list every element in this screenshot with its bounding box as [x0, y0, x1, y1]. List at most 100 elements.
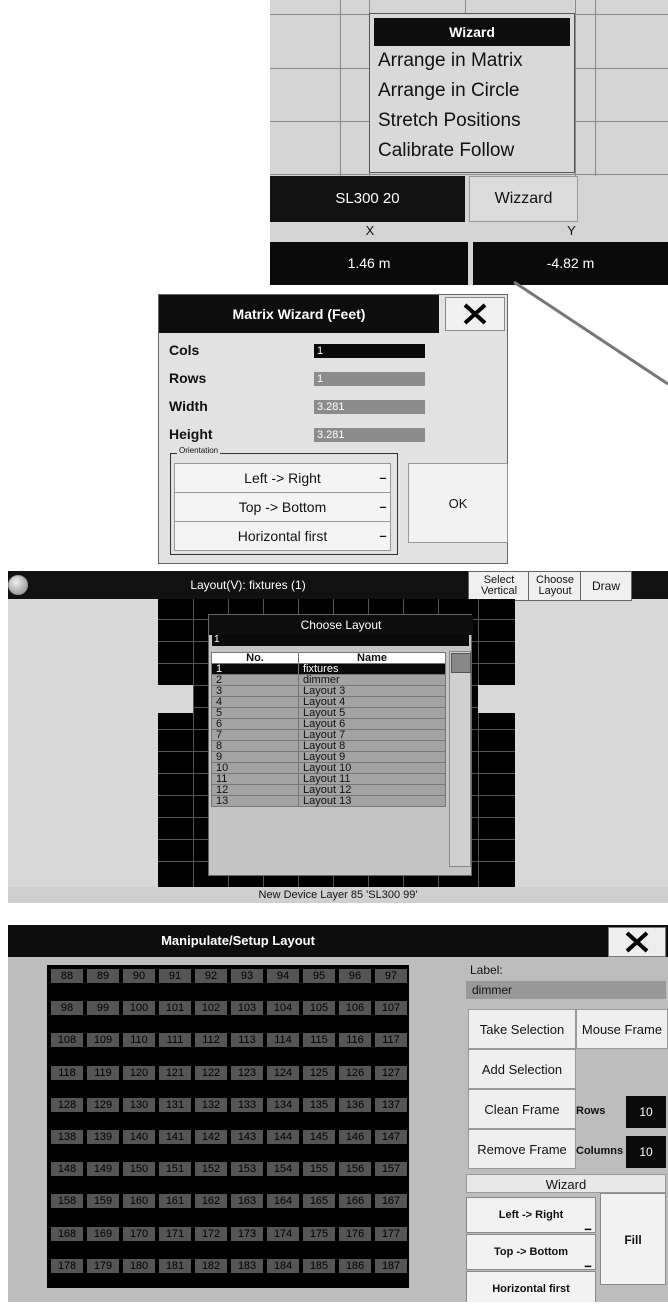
- grid-cell[interactable]: 138: [51, 1130, 83, 1144]
- grid-cell[interactable]: 168: [51, 1226, 83, 1241]
- channel-grid[interactable]: 88 89 90 91 92 93 94 95 96 97 98 99 100 101 102 103 104 1…: [47, 965, 409, 1288]
- grid-cell[interactable]: 145: [303, 1130, 335, 1144]
- x-value-field[interactable]: 1.46 m: [270, 242, 468, 285]
- grid-cell[interactable]: 96: [339, 969, 371, 983]
- grid-cell[interactable]: 140: [123, 1130, 155, 1144]
- grid-cell[interactable]: 157: [375, 1162, 407, 1177]
- layout-list-row[interactable]: 12 Layout 12: [211, 784, 446, 796]
- grid-cell[interactable]: 127: [375, 1065, 407, 1080]
- grid-cell[interactable]: 147: [375, 1130, 407, 1144]
- scrollbar-thumb[interactable]: [451, 653, 471, 673]
- grid-cell[interactable]: 186: [339, 1258, 371, 1273]
- grid-cell[interactable]: 88: [51, 969, 83, 983]
- ok-button[interactable]: OK: [408, 463, 508, 543]
- grid-cell[interactable]: 180: [123, 1258, 155, 1273]
- grid-cell[interactable]: 119: [87, 1065, 119, 1080]
- grid-cell[interactable]: 113: [231, 1033, 263, 1048]
- horizontal-first-button[interactable]: Horizontal first ▁: [466, 1271, 596, 1302]
- menu-item-arrange-matrix[interactable]: Arrange in Matrix: [370, 46, 574, 76]
- grid-cell[interactable]: 134: [267, 1097, 299, 1112]
- clean-frame-button[interactable]: Clean Frame: [468, 1089, 576, 1129]
- device-name-field[interactable]: SL300 20: [270, 176, 465, 222]
- close-button[interactable]: [445, 297, 505, 331]
- menu-item-stretch-positions[interactable]: Stretch Positions: [370, 106, 574, 136]
- grid-cell[interactable]: 111: [159, 1033, 191, 1048]
- left-right-button[interactable]: Left -> Right ▁: [174, 463, 391, 493]
- grid-cell[interactable]: 133: [231, 1097, 263, 1112]
- grid-cell[interactable]: 126: [339, 1065, 371, 1080]
- grid-cell[interactable]: 175: [303, 1226, 335, 1241]
- grid-cell[interactable]: 143: [231, 1130, 263, 1144]
- grid-cell[interactable]: 187: [375, 1258, 407, 1273]
- grid-cell[interactable]: 100: [123, 1001, 155, 1016]
- grid-cell[interactable]: 89: [87, 969, 119, 983]
- grid-cell[interactable]: 148: [51, 1162, 83, 1177]
- left-right-button[interactable]: Left -> Right ▁: [466, 1197, 596, 1233]
- grid-cell[interactable]: 102: [195, 1001, 227, 1016]
- layout-list-row[interactable]: 13 Layout 13: [211, 795, 446, 807]
- grid-cell[interactable]: 162: [195, 1194, 227, 1209]
- draw-button[interactable]: Draw: [580, 571, 632, 601]
- grid-cell[interactable]: 158: [51, 1194, 83, 1209]
- grid-cell[interactable]: 103: [231, 1001, 263, 1016]
- grid-cell[interactable]: 141: [159, 1130, 191, 1144]
- grid-cell[interactable]: 121: [159, 1065, 191, 1080]
- grid-cell[interactable]: 92: [195, 969, 227, 983]
- list-scrollbar[interactable]: [449, 651, 471, 867]
- grid-cell[interactable]: 114: [267, 1033, 299, 1048]
- rows-input[interactable]: 10: [626, 1096, 666, 1128]
- label-input[interactable]: dimmer: [466, 981, 666, 999]
- grid-cell[interactable]: 167: [375, 1194, 407, 1209]
- grid-cell[interactable]: 117: [375, 1033, 407, 1048]
- height-input[interactable]: 3.281: [314, 428, 425, 442]
- grid-cell[interactable]: 146: [339, 1130, 371, 1144]
- grid-cell[interactable]: 110: [123, 1033, 155, 1048]
- grid-cell[interactable]: 165: [303, 1194, 335, 1209]
- add-selection-button[interactable]: Add Selection: [468, 1049, 576, 1089]
- grid-cell[interactable]: 156: [339, 1162, 371, 1177]
- window-menu-icon[interactable]: [8, 575, 28, 595]
- grid-cell[interactable]: 109: [87, 1033, 119, 1048]
- top-bottom-button[interactable]: Top -> Bottom ▁: [466, 1234, 596, 1270]
- grid-cell[interactable]: 153: [231, 1162, 263, 1177]
- grid-cell[interactable]: 97: [375, 969, 407, 983]
- layout-cell-highlight[interactable]: [158, 685, 193, 713]
- grid-cell[interactable]: 163: [231, 1194, 263, 1209]
- grid-cell[interactable]: 139: [87, 1130, 119, 1144]
- grid-cell[interactable]: 101: [159, 1001, 191, 1016]
- grid-cell[interactable]: 155: [303, 1162, 335, 1177]
- grid-cell[interactable]: 160: [123, 1194, 155, 1209]
- select-vertical-button[interactable]: Select Vertical: [468, 571, 530, 601]
- grid-cell[interactable]: 171: [159, 1226, 191, 1241]
- grid-cell[interactable]: 173: [231, 1226, 263, 1241]
- grid-cell[interactable]: 125: [303, 1065, 335, 1080]
- grid-cell[interactable]: 90: [123, 969, 155, 983]
- grid-cell[interactable]: 185: [303, 1258, 335, 1273]
- grid-cell[interactable]: 144: [267, 1130, 299, 1144]
- grid-cell[interactable]: 93: [231, 969, 263, 983]
- wizard-button[interactable]: Wizzard: [469, 176, 578, 222]
- layout-list-row[interactable]: 1 fixtures: [211, 663, 446, 675]
- grid-cell[interactable]: 172: [195, 1226, 227, 1241]
- grid-cell[interactable]: 108: [51, 1033, 83, 1048]
- grid-cell[interactable]: 105: [303, 1001, 335, 1016]
- grid-cell[interactable]: 136: [339, 1097, 371, 1112]
- cols-input[interactable]: 1: [314, 344, 425, 358]
- layout-cell-highlight[interactable]: [478, 685, 515, 713]
- grid-cell[interactable]: 182: [195, 1258, 227, 1273]
- layout-list-row[interactable]: 4 Layout 4: [211, 696, 446, 708]
- layout-list-row[interactable]: 2 dimmer: [211, 674, 446, 686]
- grid-cell[interactable]: 150: [123, 1162, 155, 1177]
- grid-cell[interactable]: 98: [51, 1001, 83, 1016]
- fill-button[interactable]: Fill: [600, 1193, 666, 1285]
- grid-cell[interactable]: 142: [195, 1130, 227, 1144]
- grid-cell[interactable]: 176: [339, 1226, 371, 1241]
- layout-number-input[interactable]: 1: [212, 634, 469, 646]
- grid-cell[interactable]: 91: [159, 969, 191, 983]
- menu-item-arrange-circle[interactable]: Arrange in Circle: [370, 76, 574, 106]
- grid-cell[interactable]: 169: [87, 1226, 119, 1241]
- grid-cell[interactable]: 115: [303, 1033, 335, 1048]
- grid-cell[interactable]: 135: [303, 1097, 335, 1112]
- menu-item-calibrate-follow[interactable]: Calibrate Follow: [370, 136, 574, 166]
- grid-cell[interactable]: 179: [87, 1258, 119, 1273]
